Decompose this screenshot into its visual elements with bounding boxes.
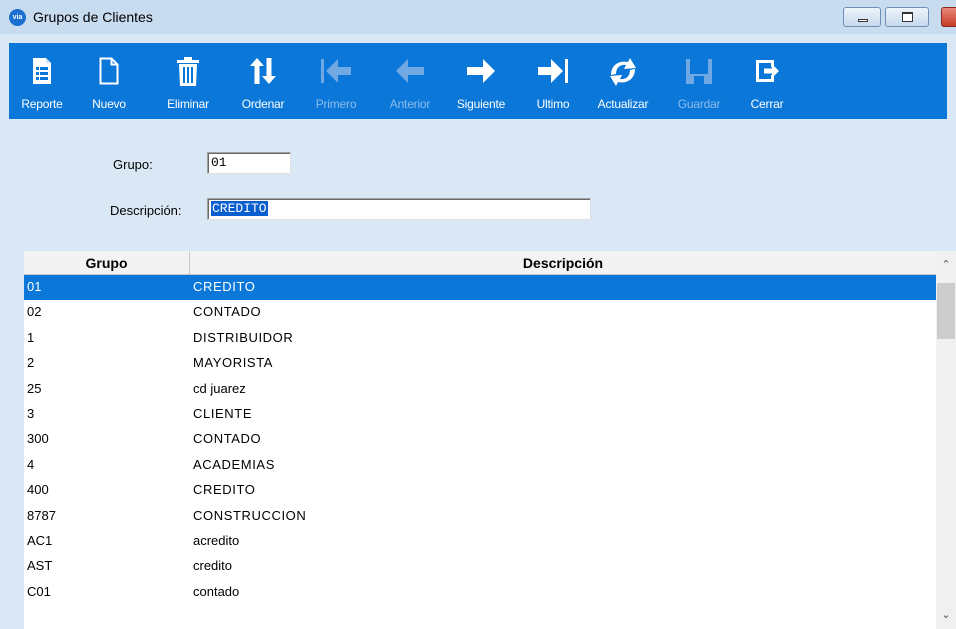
- grupo-input-value: 01: [211, 155, 227, 170]
- table-row[interactable]: 4 ACADEMIAS: [24, 453, 936, 478]
- reporte-button[interactable]: Reporte: [9, 43, 75, 119]
- table-row[interactable]: 25 cd juarez: [24, 377, 936, 402]
- cell-descripcion: DISTRIBUIDOR: [193, 329, 294, 345]
- table-row[interactable]: 300 CONTADO: [24, 427, 936, 452]
- ultimo-button[interactable]: Ultimo: [527, 43, 579, 119]
- vertical-scrollbar[interactable]: ⌃ ⌄: [936, 251, 956, 629]
- cell-descripcion: acredito: [193, 532, 240, 548]
- primero-button[interactable]: Primero: [305, 43, 367, 119]
- app-logo-icon: via: [9, 9, 26, 26]
- cell-grupo: 01: [27, 279, 42, 294]
- actualizar-button[interactable]: Actualizar: [587, 43, 659, 119]
- table-row[interactable]: 400 CREDITO: [24, 478, 936, 503]
- exit-icon: [756, 60, 779, 82]
- maximize-icon: [902, 12, 913, 22]
- cell-grupo: 02: [27, 304, 42, 320]
- toolbar: Reporte Nuevo Eliminar Ordenar Primero A…: [9, 43, 947, 119]
- siguiente-label: Siguiente: [456, 97, 506, 111]
- nuevo-label: Nuevo: [92, 97, 126, 111]
- first-record-icon: [321, 59, 351, 83]
- cell-descripcion: CLIENTE: [193, 405, 253, 421]
- cell-grupo: AC1: [27, 532, 53, 548]
- descripcion-input[interactable]: CREDITO: [207, 198, 591, 220]
- anterior-label: Anterior: [389, 97, 431, 111]
- cell-descripcion: CONSTRUCCION: [193, 507, 307, 523]
- siguiente-button[interactable]: Siguiente: [445, 43, 517, 119]
- cell-grupo: 25: [27, 380, 42, 396]
- descripcion-input-value: CREDITO: [211, 201, 268, 216]
- table-row[interactable]: 2 MAYORISTA: [24, 351, 936, 376]
- cell-descripcion: contado: [193, 583, 240, 599]
- descripcion-label: Descripción:: [110, 203, 182, 218]
- cell-descripcion: ACADEMIAS: [193, 456, 275, 472]
- guardar-button[interactable]: Guardar: [667, 43, 731, 119]
- anterior-button[interactable]: Anterior: [377, 43, 443, 119]
- guardar-label: Guardar: [677, 97, 721, 111]
- primero-label: Primero: [315, 97, 357, 111]
- table-row[interactable]: C01 contado: [24, 580, 936, 605]
- app-window: via Grupos de Clientes Reporte Nuevo Eli…: [0, 0, 956, 629]
- cell-descripcion: CONTADO: [193, 304, 262, 320]
- save-icon: [686, 59, 712, 84]
- grid-rows: 01 CREDITO 02 CONTADO 1 DISTRIBUIDOR 2 M…: [24, 275, 936, 605]
- cell-descripcion: MAYORISTA: [193, 355, 274, 371]
- cerrar-button[interactable]: Cerrar: [743, 43, 791, 119]
- sort-arrows-icon: [250, 58, 276, 84]
- column-header-descripcion[interactable]: Descripción: [190, 251, 936, 275]
- scroll-down-icon[interactable]: ⌄: [936, 603, 956, 627]
- ultimo-label: Ultimo: [536, 97, 570, 111]
- report-icon: [33, 58, 51, 84]
- table-row[interactable]: 02 CONTADO: [24, 300, 936, 325]
- cell-descripcion: CONTADO: [193, 431, 262, 447]
- minimize-icon: [858, 19, 868, 22]
- cell-grupo: 3: [27, 405, 35, 421]
- cell-grupo: 300: [27, 431, 49, 447]
- grupo-label: Grupo:: [113, 157, 153, 172]
- nuevo-button[interactable]: Nuevo: [81, 43, 137, 119]
- table-row[interactable]: 8787 CONSTRUCCION: [24, 504, 936, 529]
- groups-grid: Grupo Descripción 01 CREDITO 02 CONTADO …: [24, 251, 956, 629]
- cell-descripcion: CREDITO: [193, 279, 256, 294]
- cerrar-label: Cerrar: [750, 97, 784, 111]
- reporte-label: Reporte: [21, 97, 63, 111]
- eliminar-label: Eliminar: [167, 97, 209, 111]
- cell-grupo: 1: [27, 329, 35, 345]
- grid-header: Grupo Descripción: [24, 251, 936, 275]
- cell-descripcion: credito: [193, 558, 233, 574]
- actualizar-label: Actualizar: [597, 97, 649, 111]
- trash-icon: [177, 57, 199, 86]
- title-bar[interactable]: via Grupos de Clientes: [0, 0, 956, 34]
- cell-descripcion: CREDITO: [193, 482, 256, 498]
- window-title: Grupos de Clientes: [33, 9, 153, 25]
- cell-grupo: AST: [27, 558, 53, 574]
- minimize-button[interactable]: [843, 7, 881, 27]
- column-header-grupo[interactable]: Grupo: [24, 251, 190, 275]
- scroll-up-icon[interactable]: ⌃: [936, 251, 956, 275]
- cell-grupo: C01: [27, 583, 51, 599]
- previous-arrow-icon: [396, 59, 424, 83]
- last-record-icon: [538, 59, 568, 83]
- cell-grupo: 8787: [27, 507, 56, 523]
- ordenar-button[interactable]: Ordenar: [231, 43, 295, 119]
- cell-grupo: 2: [27, 355, 35, 371]
- table-row[interactable]: AST credito: [24, 554, 936, 579]
- cell-grupo: 400: [27, 482, 49, 498]
- scrollbar-thumb[interactable]: [937, 283, 955, 339]
- eliminar-button[interactable]: Eliminar: [159, 43, 217, 119]
- table-row[interactable]: 1 DISTRIBUIDOR: [24, 326, 936, 351]
- table-row[interactable]: AC1 acredito: [24, 529, 936, 554]
- close-window-button[interactable]: [941, 7, 956, 27]
- next-arrow-icon: [467, 59, 495, 83]
- table-row[interactable]: 01 CREDITO: [24, 275, 936, 301]
- maximize-button[interactable]: [885, 7, 929, 27]
- new-document-icon: [99, 57, 119, 85]
- cell-descripcion: cd juarez: [193, 380, 246, 396]
- cell-grupo: 4: [27, 456, 35, 472]
- grupo-input[interactable]: 01: [207, 152, 291, 174]
- table-row[interactable]: 3 CLIENTE: [24, 402, 936, 427]
- refresh-icon: [610, 58, 636, 86]
- ordenar-label: Ordenar: [241, 97, 285, 111]
